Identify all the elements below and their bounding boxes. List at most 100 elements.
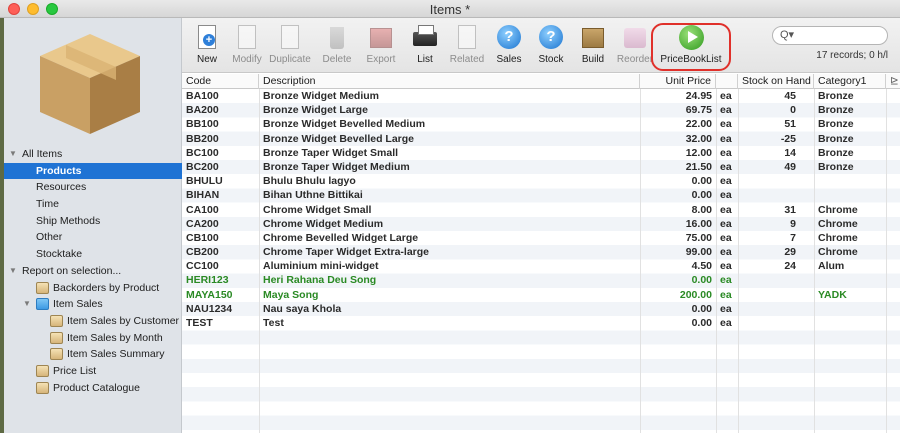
disclosure-triangle-icon[interactable]: ▼ [23,296,31,313]
sidebar-item-label: Item Sales by Month [67,331,163,344]
cell-description: Bronze Widget Bevelled Medium [263,118,426,131]
cell-description: Aluminium mini-widget [263,260,379,273]
highlight-circle [651,23,731,71]
column-chooser-icon[interactable]: ⊵ [886,74,900,89]
table-row[interactable]: BA200 Bronze Widget Large 69.75 ea 0 Bronze [182,103,900,117]
duplicate-button[interactable]: Duplicate [268,22,312,70]
sidebar-item[interactable]: Item Sales by Customer [4,313,182,330]
table-row[interactable]: CB200 Chrome Taper Widget Extra-large 99.0… [182,245,900,259]
sidebar-item[interactable]: Price List [4,363,182,380]
modify-button[interactable]: Modify [230,22,264,70]
table-row[interactable]: BB200 Bronze Widget Bevelled Large 32.00 ea… [182,132,900,146]
reorder-label: Reorder [616,54,654,65]
cell-category: Bronze [818,118,854,131]
table-row[interactable]: CA100 Chrome Widget Small 8.00 ea 31 Chrome [182,203,900,217]
cell-description: Bronze Taper Widget Medium [263,160,410,173]
cell-unit: ea [720,246,732,259]
window-title: Items * [429,2,471,17]
delete-button[interactable]: Delete [320,22,354,70]
sidebar-item-label: Products [36,164,82,177]
cell-unit: ea [720,274,732,287]
sidebar-item[interactable]: Ship Methods [4,213,182,230]
cell-unit-price: 69.75 [685,104,712,117]
related-button[interactable]: Related [448,22,486,70]
sidebar-item-label: Other [36,231,63,244]
cell-unit-price: 75.00 [685,231,712,244]
cell-unit-price: 0.00 [691,317,712,329]
table-row[interactable]: BHULU Bhulu Bhulu lagyo 0.00 ea [182,174,900,188]
cell-category: Chrome [818,203,858,216]
sidebar-item[interactable]: Backorders by Product [4,280,182,297]
export-button[interactable]: Export [364,22,398,70]
cell-unit: ea [720,203,732,216]
table-row[interactable]: CA200 Chrome Widget Medium 16.00 ea 9 Chrome [182,217,900,231]
cell-code: HERI123 [186,274,229,287]
table-row[interactable]: CC100 Aluminium mini-widget 4.50 ea 24 Alum [182,259,900,273]
cell-unit: ea [720,217,732,230]
table-row[interactable]: HERI123 Heri Rahana Deu Song 0.00 ea [182,273,900,287]
stock-button[interactable]: ? Stock [536,22,566,70]
list-button[interactable]: List [410,22,440,70]
search-input[interactable]: Q▾ [772,26,888,45]
help-icon: ? [537,24,565,52]
sidebar-item[interactable]: Item Sales Summary [4,346,182,363]
delete-label: Delete [322,54,352,65]
table-row[interactable]: BB100 Bronze Widget Bevelled Medium 22.00 e… [182,117,900,131]
cell-description: Bronze Widget Medium [263,90,379,102]
cell-unit-price: 0.00 [691,302,712,315]
export-icon [367,24,395,52]
reorder-button[interactable]: Reorder [616,22,654,70]
table-row[interactable]: MAYA150 Maya Song 200.00 ea YADK [182,288,900,302]
cell-unit-price: 22.00 [685,118,712,131]
table-row[interactable]: TEST Test 0.00 ea [182,316,900,330]
cell-category [814,174,886,188]
sidebar-item[interactable]: ▼ All Items [4,146,182,163]
product-box-icon [40,34,140,134]
column-header-unit[interactable] [716,74,738,89]
cell-unit: ea [720,288,732,301]
disclosure-triangle-icon[interactable]: ▼ [9,146,17,163]
table-row[interactable]: NAU1234 Nau saya Khola 0.00 ea [182,302,900,316]
cell-stock: 51 [784,118,796,131]
sidebar-item[interactable]: Stocktake [4,246,182,263]
sidebar-item[interactable]: Item Sales by Month [4,330,182,347]
sidebar-item[interactable]: Other [4,229,182,246]
table-row[interactable]: CB100 Chrome Bevelled Widget Large 75.00 ea… [182,231,900,245]
sales-button[interactable]: ? Sales [494,22,524,70]
cell-category: Bronze [818,132,854,145]
cell-category: YADK [818,288,847,301]
cell-unit: ea [720,175,732,188]
table-row[interactable]: BA100 Bronze Widget Medium 24.95 ea 45 Bronze [182,89,900,103]
cell-stock: 9 [790,217,796,230]
help-icon: ? [495,24,523,52]
sidebar-item[interactable]: Time [4,196,182,213]
cell-code: CA200 [186,217,219,230]
column-header-stock[interactable]: Stock on Hand [738,74,814,89]
sidebar-item[interactable]: ▼ Report on selection... [4,263,182,280]
cell-unit: ea [720,302,732,315]
new-button[interactable]: + New [192,22,222,70]
cell-description: Bhulu Bhulu lagyo [263,175,356,188]
column-header-unit-price[interactable]: Unit Price [640,74,716,89]
table-row[interactable]: BC100 Bronze Taper Widget Small 12.00 ea 14 B… [182,146,900,160]
build-button[interactable]: Build [578,22,608,70]
sidebar-item[interactable]: Resources [4,179,182,196]
cell-category: Bronze [818,146,854,159]
report-icon [50,314,63,327]
cell-code: BC100 [186,146,219,159]
report-icon [50,348,63,361]
disclosure-triangle-icon[interactable]: ▼ [9,263,17,280]
cell-unit: ea [720,146,732,159]
column-header-description[interactable]: Description [259,74,640,89]
sidebar-item[interactable]: ▼ Item Sales [4,296,182,313]
sidebar-item[interactable]: Product Catalogue [4,380,182,397]
cell-category: Bronze [818,104,854,117]
sidebar-item[interactable]: Products [4,162,182,180]
cell-description: Bihan Uthne Bittikai [263,189,363,202]
table-row[interactable]: BIHAN Bihan Uthne Bittikai 0.00 ea [182,188,900,202]
table-row[interactable]: BC200 Bronze Taper Widget Medium 21.50 ea 49… [182,160,900,174]
column-header-category[interactable]: Category1 [814,74,886,89]
cell-description: Bronze Widget Bevelled Large [263,132,415,145]
cell-code: BC200 [186,160,219,173]
column-header-code[interactable]: Code [182,74,259,89]
